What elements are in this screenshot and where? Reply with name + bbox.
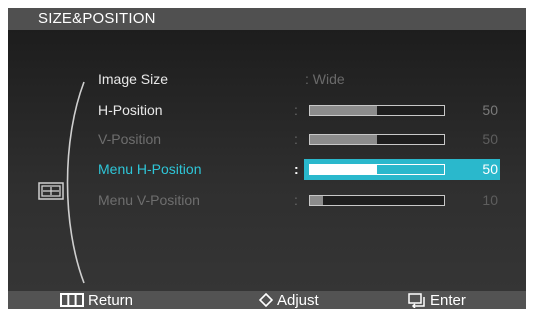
value-colon: : bbox=[294, 131, 298, 147]
menu-item-label: Menu H-Position bbox=[98, 161, 202, 177]
osd-body: Image Size : Wide H-Position : 50 V-Posi… bbox=[8, 30, 526, 291]
menu-item-image-size[interactable]: Image Size : Wide bbox=[8, 69, 526, 90]
slider-fill bbox=[310, 165, 377, 174]
osd-title: SIZE&POSITION bbox=[38, 10, 156, 27]
return-label: Return bbox=[88, 291, 134, 309]
diamond-arrows-icon bbox=[259, 293, 273, 307]
value-colon: : bbox=[294, 102, 298, 118]
menu-v-position-slider[interactable] bbox=[309, 195, 445, 206]
menu-v-position-value: 10 bbox=[482, 192, 498, 208]
v-position-value: 50 bbox=[482, 131, 498, 147]
menu-item-label: H-Position bbox=[98, 102, 163, 118]
menu-h-position-value: 50 bbox=[482, 161, 498, 177]
slider-fill bbox=[310, 135, 377, 144]
enter-icon bbox=[408, 292, 425, 308]
v-position-slider[interactable] bbox=[309, 134, 445, 145]
adjust-button[interactable]: Adjust bbox=[259, 291, 319, 309]
enter-label: Enter bbox=[430, 291, 466, 309]
value-colon: : bbox=[305, 71, 309, 87]
adjust-label: Adjust bbox=[277, 291, 319, 309]
osd-header: SIZE&POSITION bbox=[8, 8, 526, 30]
menu-item-menu-v-position[interactable]: Menu V-Position : 10 bbox=[8, 190, 526, 211]
image-size-value: : Wide bbox=[305, 71, 345, 87]
menu-item-label: Menu V-Position bbox=[98, 192, 200, 208]
slider-fill bbox=[310, 106, 377, 115]
enter-button[interactable]: Enter bbox=[408, 291, 466, 309]
value-text: Wide bbox=[312, 71, 345, 87]
menu-item-v-position[interactable]: V-Position : 50 bbox=[8, 129, 526, 150]
menu-item-label: Image Size bbox=[98, 71, 169, 87]
h-position-slider[interactable] bbox=[309, 105, 445, 116]
menu-h-position-slider[interactable] bbox=[309, 164, 445, 175]
slider-fill bbox=[310, 196, 324, 205]
osd-window: SIZE&POSITION Image Size : Wide H-Positi… bbox=[8, 8, 526, 309]
menu-bars-icon bbox=[60, 293, 84, 307]
value-colon: : bbox=[294, 161, 299, 177]
menu-item-label: V-Position bbox=[98, 131, 162, 147]
value-colon: : bbox=[294, 192, 298, 208]
return-button[interactable]: Return bbox=[60, 291, 133, 309]
menu-item-h-position[interactable]: H-Position : 50 bbox=[8, 100, 526, 121]
osd-footer: Return Adjust Enter bbox=[8, 291, 526, 309]
h-position-value: 50 bbox=[482, 102, 498, 118]
menu-item-menu-h-position[interactable]: Menu H-Position : 50 bbox=[8, 159, 526, 180]
